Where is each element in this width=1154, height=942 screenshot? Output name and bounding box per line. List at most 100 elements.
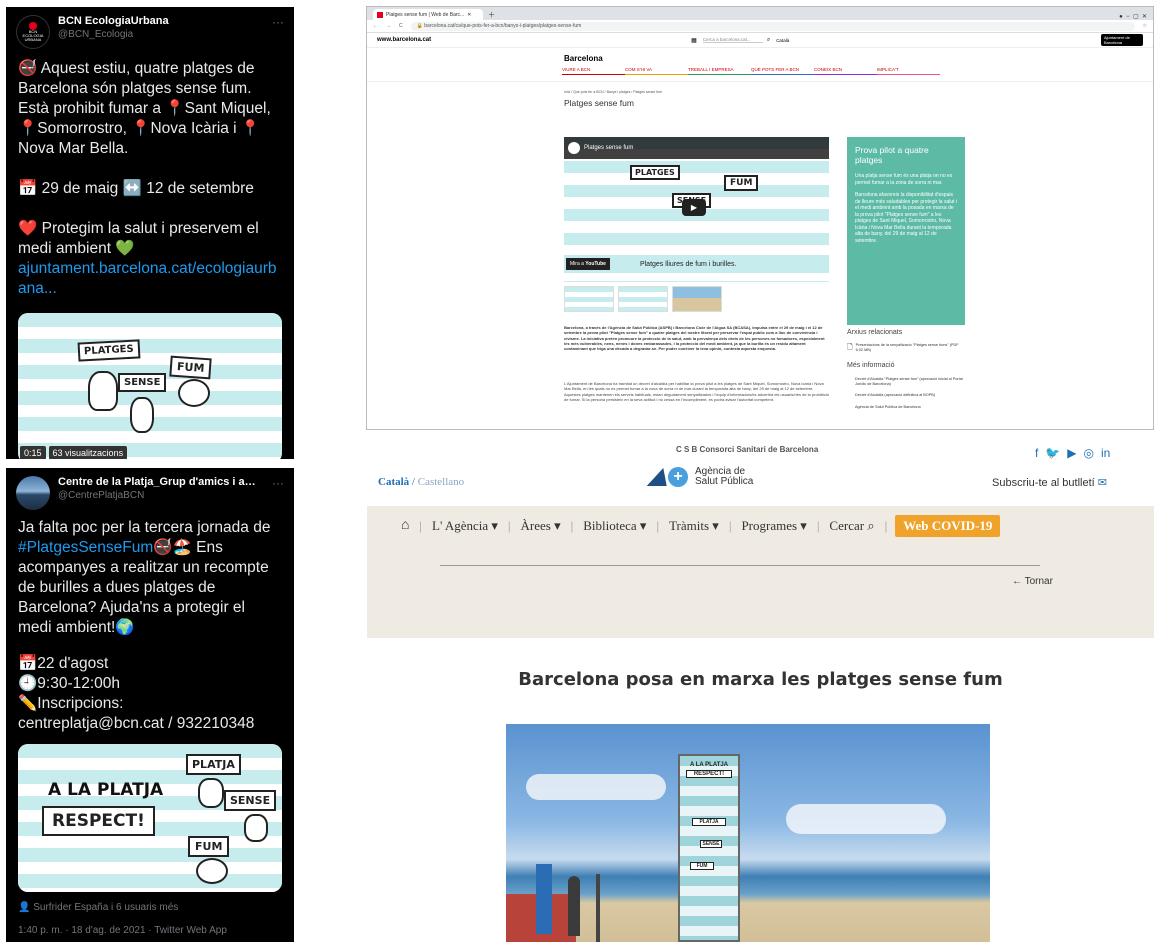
mail-icon: ✉ bbox=[1097, 477, 1107, 489]
related-files-title: Arxius relacionats bbox=[847, 329, 903, 336]
nav-tramits[interactable]: Tràmits ▾ bbox=[659, 518, 729, 534]
instagram-icon[interactable]: ◎ bbox=[1084, 446, 1094, 460]
article-headline: Barcelona posa en marxa les platges sens… bbox=[518, 669, 1003, 690]
kiosk-sense: SENSE bbox=[700, 840, 722, 848]
more-info-link-3[interactable]: Agència de Salut Pública de Barcelona bbox=[855, 405, 967, 410]
tweet-link[interactable]: ajuntament.barcelona.cat/ecologiaurbana.… bbox=[18, 260, 277, 297]
browser-tab[interactable]: Platges sense fum | Web de Barc... ✕ bbox=[373, 9, 483, 20]
nav-com-shi-va[interactable]: COM S'HI VA bbox=[625, 67, 688, 75]
nav-implicat[interactable]: IMPLICA'T bbox=[877, 67, 940, 75]
forward-icon[interactable]: → bbox=[386, 23, 391, 29]
thumbnail-2[interactable] bbox=[618, 286, 668, 312]
nav-cercar[interactable]: Cercar ⌕ bbox=[819, 518, 884, 534]
csb-text: C S B Consorci Sanitari de Barcelona bbox=[676, 445, 819, 454]
nav-viure[interactable]: VIURE A BCN bbox=[562, 67, 625, 75]
lang-separator: / bbox=[409, 476, 418, 488]
avatar[interactable]: BCN ECOLOGIA URBANA bbox=[16, 15, 50, 49]
sign-respect: RESPECT! bbox=[42, 806, 155, 836]
nav-cercar-label: Cercar bbox=[829, 517, 865, 533]
close-tab-icon[interactable]: ✕ bbox=[467, 12, 471, 18]
csb-banner[interactable]: C S B Consorci Sanitari de Barcelona bbox=[676, 445, 818, 454]
nav-biblioteca[interactable]: Biblioteca ▾ bbox=[573, 518, 656, 534]
aspb-logo[interactable]: + Agència de Salut Pública bbox=[646, 466, 755, 488]
body-paragraph-2: L'Ajuntament de Barcelona ha tramitat un… bbox=[564, 381, 830, 402]
sign-fum: FUM bbox=[169, 355, 213, 380]
breadcrumb[interactable]: Inici / Què pots fer a BCN / Banys i pla… bbox=[564, 90, 1153, 94]
subscribe-link[interactable]: Subscriu-te al butlletí ✉ bbox=[992, 476, 1107, 489]
new-tab-icon[interactable]: ＋ bbox=[488, 10, 495, 20]
watch-on-youtube[interactable]: Mira a YouTube bbox=[566, 258, 610, 270]
kiosk-platja: PLATJA bbox=[692, 818, 726, 826]
more-options-icon[interactable]: ··· bbox=[272, 476, 284, 490]
sign-platja: PLATJA bbox=[186, 754, 241, 775]
author-name[interactable]: BCN EcologiaUrbana bbox=[58, 15, 258, 27]
search-icon: ⌕ bbox=[867, 517, 875, 533]
author-handle[interactable]: @BCN_Ecologia bbox=[58, 29, 258, 40]
home-icon[interactable]: ⌂ bbox=[391, 518, 419, 534]
cartoon-character-3 bbox=[196, 858, 228, 884]
event-contact: centreplatja@bcn.cat / 932210348 bbox=[18, 715, 255, 732]
more-info-title: Més informació bbox=[847, 362, 895, 369]
covid-button[interactable]: Web COVID-19 bbox=[895, 514, 1001, 537]
reload-icon[interactable]: C bbox=[399, 23, 403, 29]
author-handle[interactable]: @CentrePlatjaBCN bbox=[58, 490, 258, 501]
video-card[interactable]: PLATGES SENSE FUM 0:15 63 visualitzacion… bbox=[18, 313, 282, 459]
more-info-link-2[interactable]: Decret d'Alcaldia (aprovació definitiva … bbox=[855, 393, 967, 398]
divider bbox=[440, 565, 1040, 566]
site-name[interactable]: www.barcelona.cat bbox=[377, 37, 431, 43]
nav-programes[interactable]: Programes ▾ bbox=[731, 518, 816, 534]
window-controls[interactable]: ● − ▢ ✕ bbox=[1119, 13, 1147, 20]
header-band: ← Tornar bbox=[367, 545, 1154, 638]
back-link[interactable]: ← Tornar bbox=[1012, 576, 1053, 587]
watch-on-label: Mira a bbox=[570, 261, 584, 267]
related-file-link[interactable]: Presentacions de la senyalitzacio "Platg… bbox=[856, 343, 965, 354]
thumbnail-3[interactable] bbox=[672, 286, 722, 312]
ajuntament-logo[interactable]: Ajuntament de Barcelona bbox=[1101, 34, 1143, 46]
video-embed[interactable]: Platges sense fum PLATGES SENSE FUM ▶ Mi… bbox=[564, 137, 829, 282]
tweet-text: 🚭 Aquest estiu, quatre platges de Barcel… bbox=[18, 60, 271, 157]
liked-by[interactable]: 👤 Surfrider España i 6 usuaris més bbox=[6, 892, 294, 913]
site-search[interactable]: Cerca a barcelona.cat... bbox=[702, 37, 763, 43]
author-name[interactable]: Centre de la Platja_Grup d'amics i amigu… bbox=[58, 476, 258, 488]
cartoon-character-2 bbox=[244, 814, 268, 842]
more-options-icon[interactable]: ··· bbox=[272, 15, 284, 29]
cartoon-character-3 bbox=[178, 379, 210, 407]
nav-arees[interactable]: Àrees ▾ bbox=[511, 518, 571, 534]
play-button[interactable]: ▶ bbox=[682, 199, 706, 216]
facebook-icon[interactable]: f bbox=[1035, 446, 1038, 460]
lang-castellano[interactable]: Castellano bbox=[418, 476, 464, 488]
cloud bbox=[526, 774, 666, 800]
nav-agencia[interactable]: L' Agència ▾ bbox=[422, 518, 508, 534]
lang-catala[interactable]: Català bbox=[378, 476, 409, 488]
back-icon[interactable]: ← bbox=[373, 23, 378, 29]
nav-coneix[interactable]: CONEIX BCN bbox=[814, 67, 877, 75]
video-duration: 0:15 bbox=[20, 446, 46, 459]
hashtag-link[interactable]: #PlatgesSenseFum bbox=[18, 539, 153, 556]
sign-sense: SENSE bbox=[224, 790, 277, 811]
image-card[interactable]: A LA PLATJA RESPECT! PLATJA SENSE FUM bbox=[18, 744, 282, 892]
channel-avatar[interactable] bbox=[568, 142, 580, 154]
search-icon[interactable]: ⌕ bbox=[767, 37, 770, 44]
twitter-icon[interactable]: 🐦 bbox=[1045, 446, 1060, 460]
grid-icon[interactable]: ▦ bbox=[691, 37, 697, 44]
lock-icon: 🔒 bbox=[416, 23, 423, 29]
thumbnail-1[interactable] bbox=[564, 286, 614, 312]
timestamp[interactable]: 1:40 p. m. · 18 d'ag. de 2021 · Twitter … bbox=[6, 913, 294, 936]
nav-treball[interactable]: TREBALL I EMPRESA bbox=[688, 67, 751, 75]
language-selector[interactable]: Català bbox=[776, 38, 789, 43]
linkedin-icon[interactable]: in bbox=[1101, 446, 1110, 460]
address-bar[interactable]: 🔒 barcelona.cat/ca/que-pots-fer-a-bcn/ba… bbox=[410, 21, 1135, 31]
section-title[interactable]: Barcelona bbox=[564, 54, 1153, 63]
browser-window: Platges sense fum | Web de Barc... ✕ ＋ ● … bbox=[366, 6, 1154, 430]
more-info-link-1[interactable]: Decret d'Alcaldia "Platges sense fum" (a… bbox=[855, 377, 967, 387]
video-title[interactable]: Platges sense fum bbox=[584, 145, 633, 151]
youtube-icon[interactable]: ▶ bbox=[1067, 446, 1076, 460]
liked-by-text: Surfrider España i 6 usuaris més bbox=[33, 902, 179, 913]
avatar[interactable] bbox=[16, 476, 50, 510]
youtube-logo: YouTube bbox=[585, 261, 606, 267]
star-icon[interactable]: ☆ bbox=[1143, 23, 1147, 29]
agency-name: Agència de Salut Pública bbox=[695, 466, 754, 487]
person bbox=[568, 876, 580, 936]
document-icon: 🗋 bbox=[847, 344, 853, 351]
nav-que-pots-fer[interactable]: QUÈ POTS FER A BCN bbox=[751, 67, 814, 75]
